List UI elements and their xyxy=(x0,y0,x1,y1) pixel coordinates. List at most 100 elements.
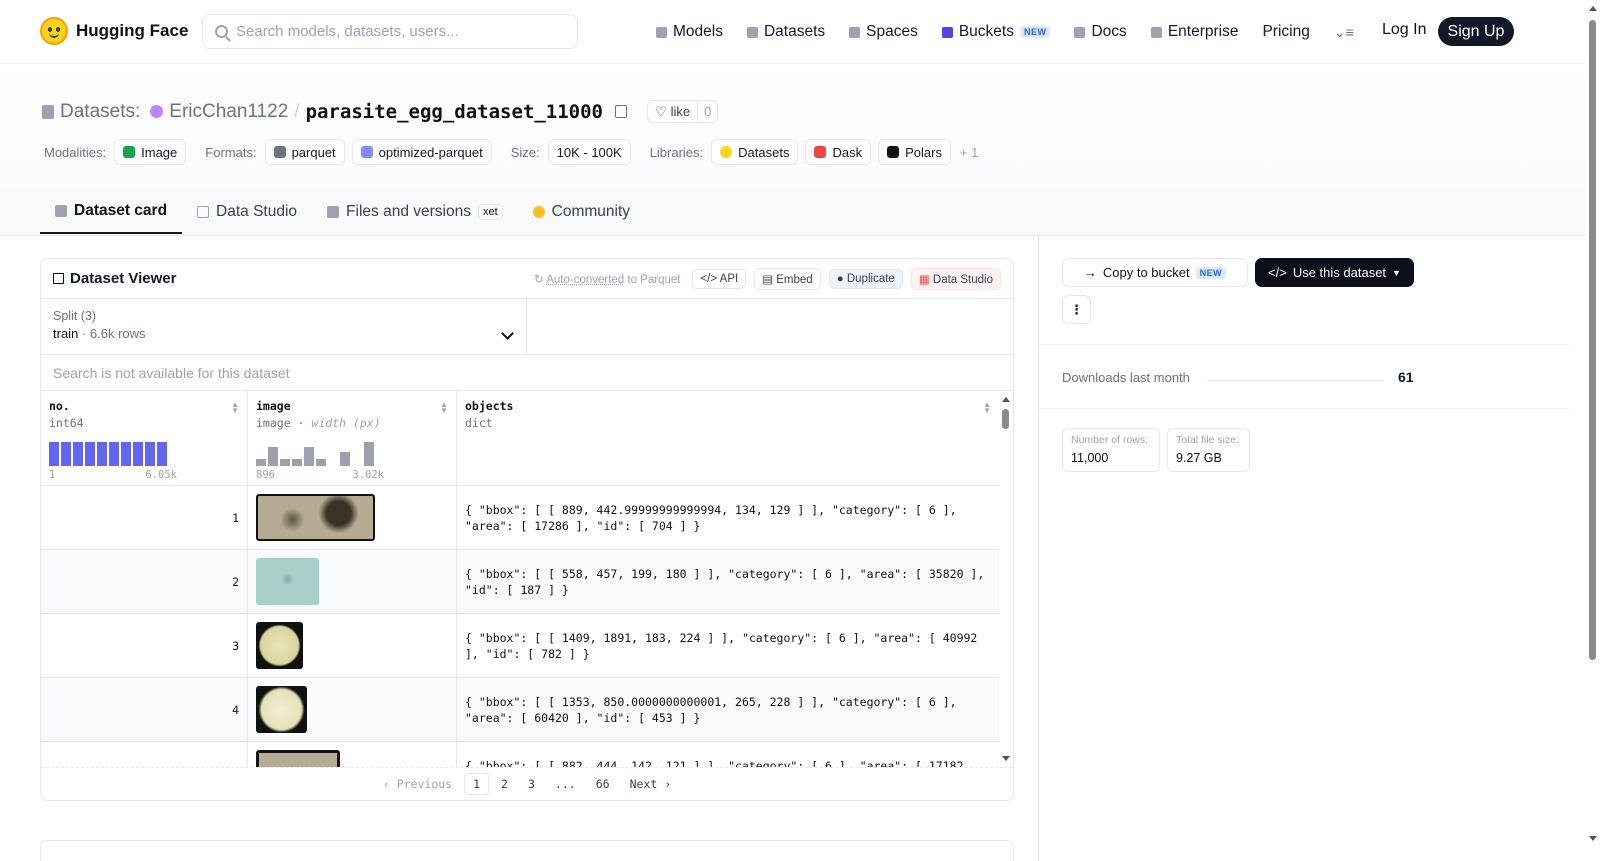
nav-enterprise[interactable]: Enterprise xyxy=(1150,23,1238,41)
data-studio-button[interactable]: ▦ Data Studio xyxy=(910,267,1001,290)
histogram-bar[interactable] xyxy=(49,442,59,466)
search-input[interactable] xyxy=(236,23,556,40)
image-thumbnail[interactable] xyxy=(256,750,340,767)
histogram-bar[interactable] xyxy=(256,459,266,466)
use-this-dataset-button[interactable]: </> Use this dataset ▼ xyxy=(1255,258,1414,287)
scroll-up-icon[interactable] xyxy=(1002,397,1010,402)
histogram-bar[interactable] xyxy=(157,442,167,466)
libraries-more[interactable]: + 1 xyxy=(960,145,978,160)
nav-docs[interactable]: Docs xyxy=(1074,23,1127,41)
cell-image[interactable] xyxy=(248,678,457,741)
format-chip-parquet[interactable]: parquet xyxy=(264,139,345,165)
histogram-bar[interactable] xyxy=(85,442,95,466)
table-row[interactable]: { "bbox": [ [ 882, 444, 142, 121 ] ], "c… xyxy=(41,742,999,767)
scroll-thumb[interactable] xyxy=(1002,409,1009,429)
nav-models[interactable]: Models xyxy=(656,23,723,41)
tab-dataset-card[interactable]: Dataset card xyxy=(40,190,183,234)
column-type-name: image xyxy=(256,416,291,430)
previous-page[interactable]: ‹ Previous xyxy=(375,774,460,794)
split-selector[interactable]: Split (3) train · 6.6k rows xyxy=(41,299,527,354)
cell-image[interactable] xyxy=(248,486,457,549)
cell-image[interactable] xyxy=(248,550,457,613)
data-table[interactable]: no. int64 ▲ ▼ 1 6.05k image image · width … xyxy=(41,391,1013,767)
library-chip-datasets[interactable]: Datasets xyxy=(711,139,799,165)
table-row[interactable]: 4 { "bbox": [ [ 1353, 850.0000000000001,… xyxy=(41,678,999,742)
cell-image[interactable] xyxy=(248,742,457,767)
table-row[interactable]: 1 { "bbox": [ [ 889, 442.99999999999994,… xyxy=(41,486,999,550)
login-link[interactable]: Log In xyxy=(1382,21,1426,39)
more-menu-icon[interactable]: ⌄≡ xyxy=(1334,24,1354,41)
global-search[interactable] xyxy=(202,14,578,49)
scroll-down-icon[interactable] xyxy=(1589,836,1597,841)
table-scrollbar[interactable] xyxy=(999,391,1013,767)
more-options-button[interactable]: ⋮ xyxy=(1062,295,1091,324)
sort-icon[interactable]: ▲ ▼ xyxy=(983,401,991,415)
histogram-bar[interactable] xyxy=(304,447,314,466)
downloads-label: Downloads last month xyxy=(1062,370,1190,385)
image-thumbnail[interactable] xyxy=(256,622,303,669)
histogram-bar[interactable] xyxy=(280,459,290,466)
brand-logo[interactable]: Hugging Face xyxy=(40,17,188,45)
next-page[interactable]: Next › xyxy=(622,774,680,794)
repo-name[interactable]: parasite_egg_dataset_11000 xyxy=(306,101,603,123)
nav-buckets[interactable]: Buckets NEW xyxy=(941,23,1051,41)
like-button[interactable]: ♡ like 0 xyxy=(646,100,719,123)
library-chip-dask[interactable]: Dask xyxy=(805,139,872,165)
histogram-bar[interactable] xyxy=(121,442,131,466)
nav-spaces[interactable]: Spaces xyxy=(849,23,918,41)
page-2[interactable]: 2 xyxy=(493,774,516,794)
files-icon xyxy=(327,206,340,218)
column-header-image[interactable]: image image · width (px) ▲ ▼ 896 3.02k xyxy=(248,391,457,486)
format-chip-optimized-parquet[interactable]: optimized-parquet xyxy=(351,139,492,165)
image-thumbnail[interactable] xyxy=(256,558,319,605)
modality-chip[interactable]: Image xyxy=(114,139,187,165)
histogram-bar[interactable] xyxy=(316,459,326,466)
tab-community[interactable]: Community xyxy=(518,190,645,234)
scroll-up-icon[interactable] xyxy=(1589,6,1597,11)
histogram-bar[interactable] xyxy=(133,442,143,466)
embed-button[interactable]: ▤ Embed xyxy=(754,267,821,290)
api-label: API xyxy=(719,272,739,285)
histogram-bar[interactable] xyxy=(61,442,71,466)
histogram-bar[interactable] xyxy=(364,442,374,466)
page-66[interactable]: 66 xyxy=(588,774,618,794)
scroll-down-icon[interactable] xyxy=(1002,756,1010,761)
cell-image[interactable] xyxy=(248,614,457,677)
copy-to-bucket-button[interactable]: → Copy to bucket NEW xyxy=(1062,258,1248,287)
histogram-bar[interactable] xyxy=(145,442,155,466)
auto-converted-link[interactable]: Auto-converted xyxy=(546,274,624,286)
page-3[interactable]: 3 xyxy=(520,774,543,794)
signup-button[interactable]: Sign Up xyxy=(1438,17,1514,46)
image-thumbnail[interactable] xyxy=(256,494,375,541)
sort-icon[interactable]: ▲ ▼ xyxy=(231,401,239,415)
size-chip[interactable]: 10K - 100K xyxy=(547,139,631,165)
column-header-no[interactable]: no. int64 ▲ ▼ 1 6.05k xyxy=(41,391,248,486)
library-chip-polars[interactable]: Polars xyxy=(878,139,951,165)
table-row[interactable]: 2 { "bbox": [ [ 558, 457, 199, 180 ] ], … xyxy=(41,550,999,614)
page-scroll-thumb[interactable] xyxy=(1589,20,1596,660)
spaces-icon xyxy=(849,26,861,38)
histogram-bar[interactable] xyxy=(340,452,350,466)
api-button[interactable]: </> API xyxy=(692,268,747,289)
nav-pricing[interactable]: Pricing xyxy=(1262,23,1309,41)
tab-files-and-versions[interactable]: Files and versions xet xyxy=(312,190,518,234)
histogram-bar[interactable] xyxy=(109,442,119,466)
tab-data-studio[interactable]: Data Studio xyxy=(182,190,312,234)
page-scrollbar[interactable] xyxy=(1585,0,1600,861)
histogram-bar[interactable] xyxy=(97,442,107,466)
image-thumbnail[interactable] xyxy=(256,686,307,733)
column-header-objects[interactable]: objects dict ▲ ▼ xyxy=(457,391,999,486)
owner-link[interactable]: EricChan1122 xyxy=(169,101,288,123)
like-count: 0 xyxy=(697,101,717,122)
histogram-bar[interactable] xyxy=(292,459,302,466)
table-row[interactable]: 3 { "bbox": [ [ 1409, 1891, 183, 224 ] ]… xyxy=(41,614,999,678)
histogram-bar[interactable] xyxy=(268,447,278,466)
copy-icon[interactable] xyxy=(614,105,627,118)
section-label[interactable]: Datasets: xyxy=(60,101,140,123)
page-1[interactable]: 1 xyxy=(464,773,490,795)
sort-icon[interactable]: ▲ ▼ xyxy=(440,401,448,415)
duplicate-button[interactable]: ● Duplicate xyxy=(828,268,903,289)
nav-datasets[interactable]: Datasets xyxy=(746,23,825,41)
histogram-bar[interactable] xyxy=(73,442,83,466)
docs-icon xyxy=(1074,26,1086,38)
